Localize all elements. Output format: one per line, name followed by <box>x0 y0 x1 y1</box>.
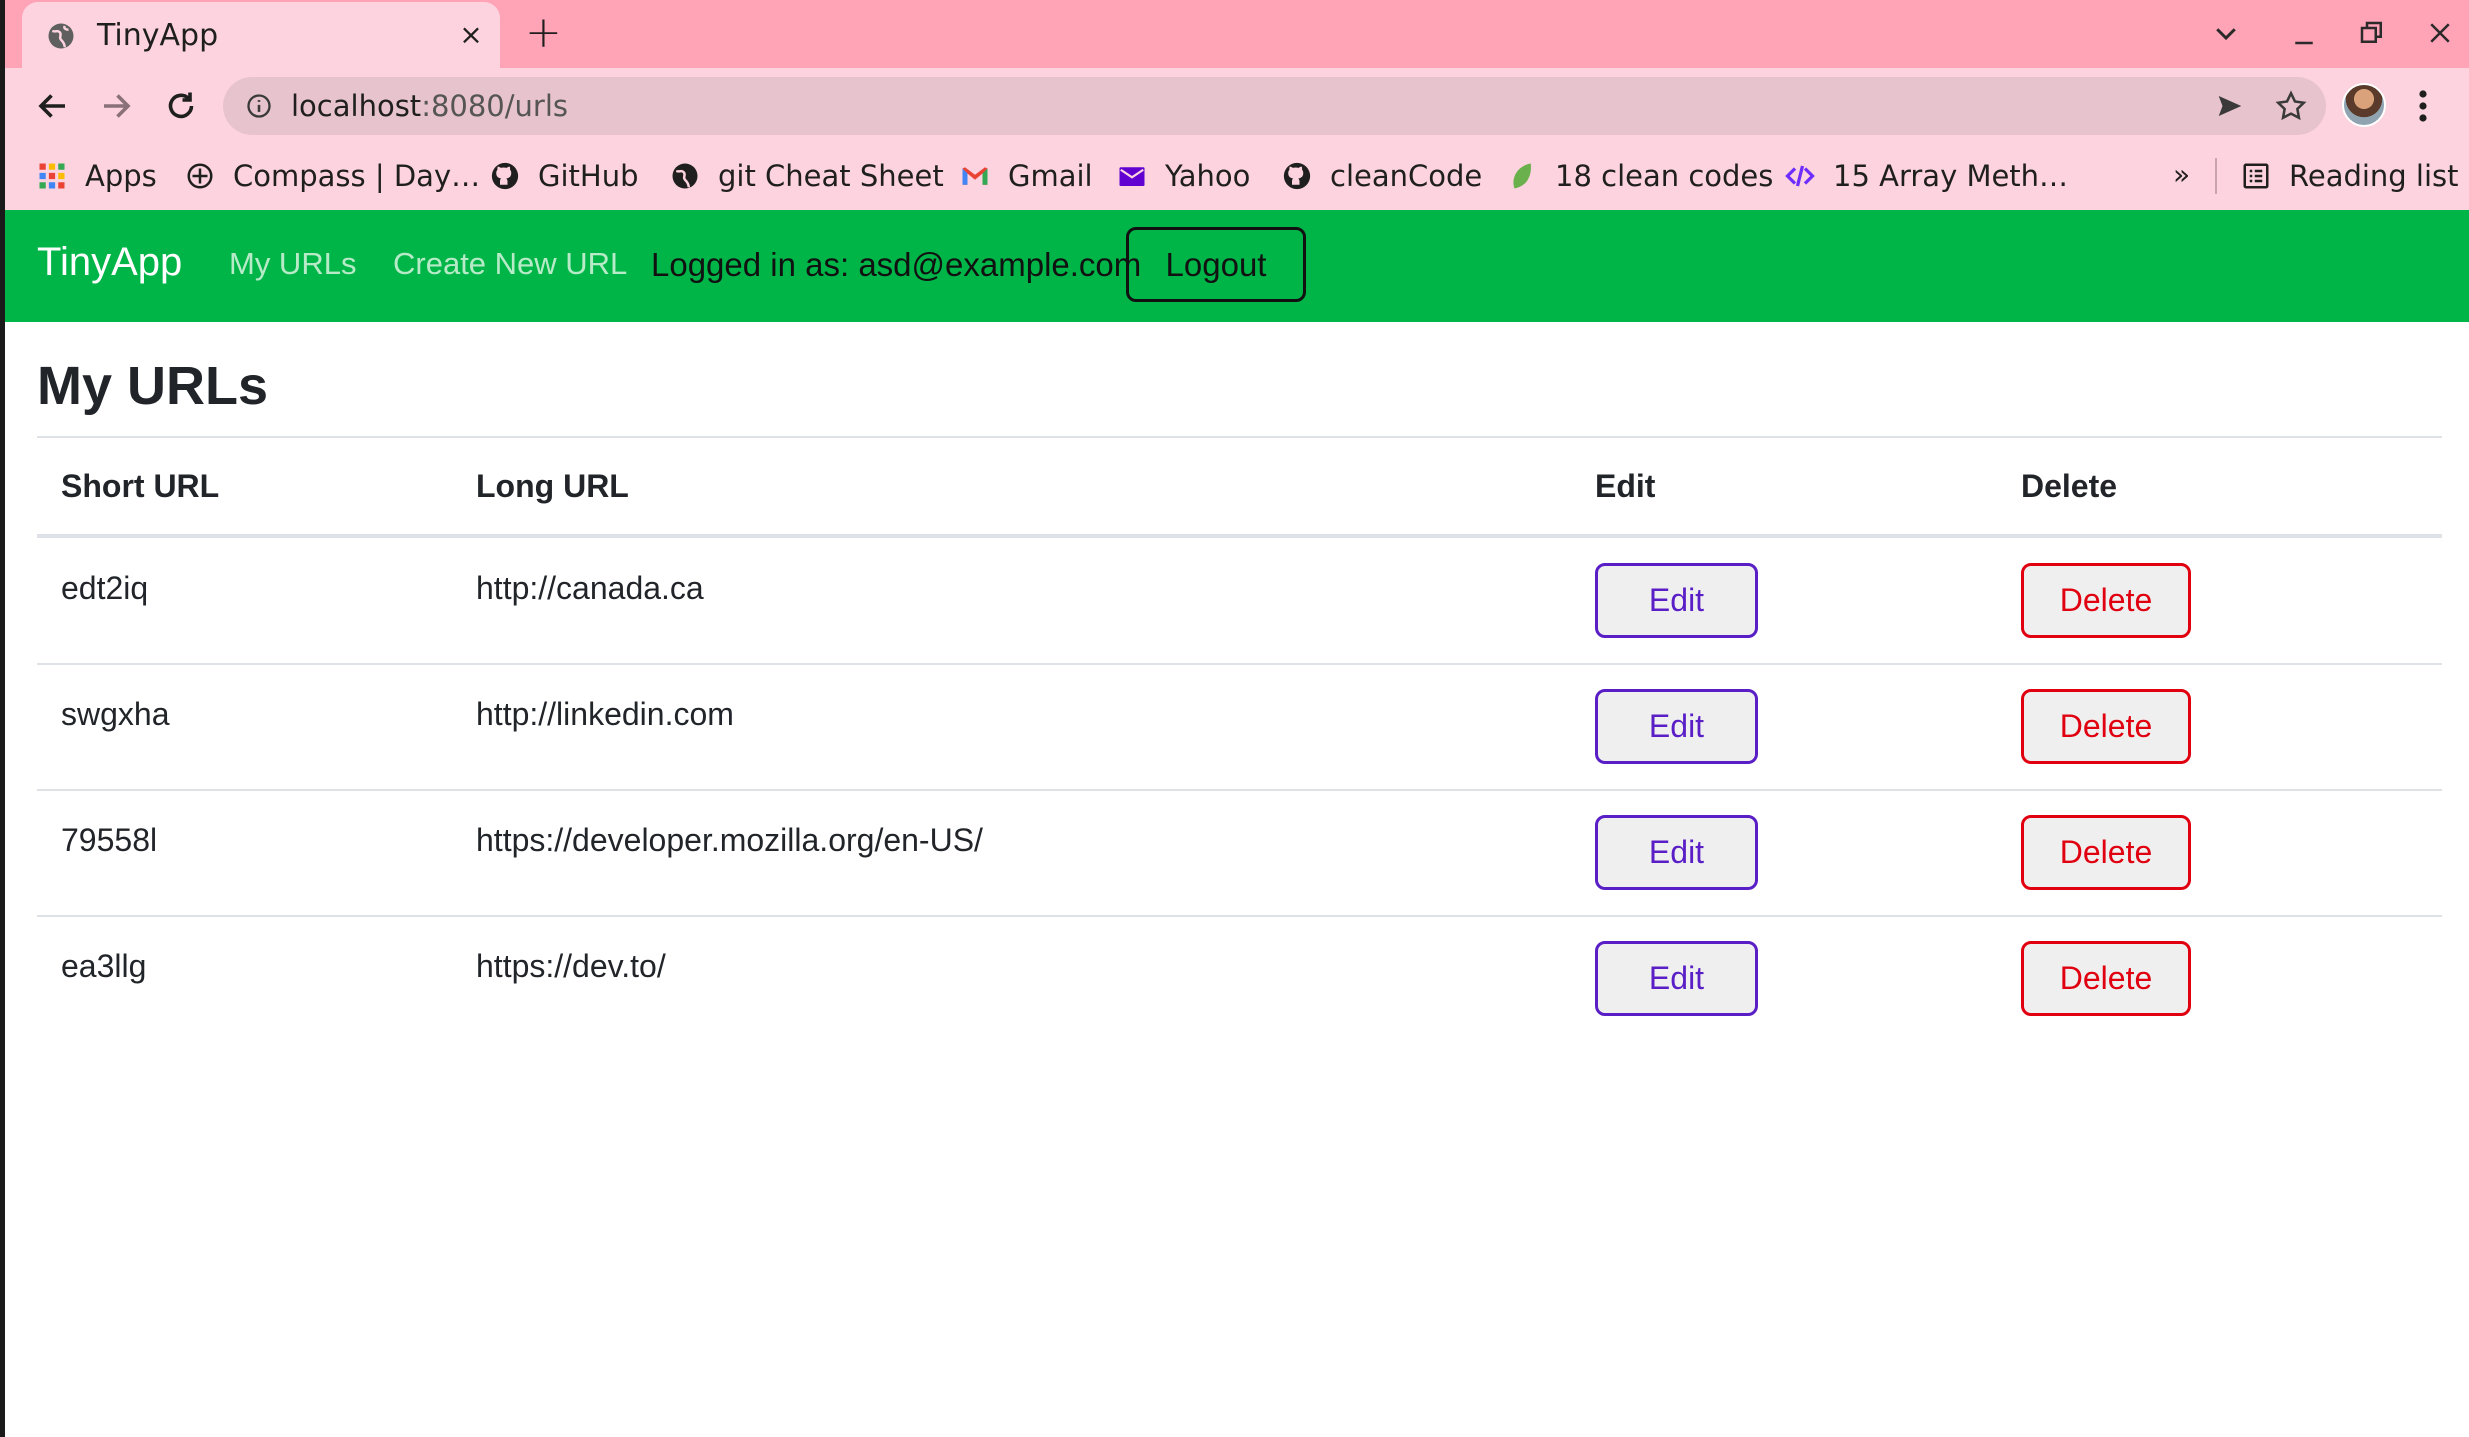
edit-button[interactable]: Edit <box>1595 563 1758 638</box>
app-navbar: TinyApp My URLs Create New URL Logged in… <box>5 210 2469 322</box>
bookmark-label: Apps <box>85 159 157 193</box>
short-url-cell: 79558l <box>61 822 158 858</box>
short-url-cell: ea3llg <box>61 948 147 984</box>
bookmark-yahoo[interactable]: Yahoo <box>1117 156 1250 196</box>
yahoo-mail-icon <box>1119 167 1145 186</box>
bookmark-label: Yahoo <box>1165 159 1251 193</box>
reading-list-icon <box>2243 163 2269 189</box>
back-arrow-icon[interactable] <box>35 88 71 124</box>
leaf-icon <box>1513 163 1531 189</box>
page-title: My URLs <box>37 356 269 416</box>
bookmark-gmail[interactable]: Gmail <box>960 156 1093 196</box>
bookmark-label: git Cheat Sheet <box>718 159 944 193</box>
github-icon <box>1283 162 1311 190</box>
bookmark-github[interactable]: GitHub <box>490 156 639 196</box>
delete-button[interactable]: Delete <box>2021 815 2191 890</box>
title-divider <box>37 436 2442 438</box>
url-path: :8080/urls <box>421 89 568 123</box>
github-icon <box>491 162 519 190</box>
header-divider <box>37 534 2442 538</box>
tab-title: TinyApp <box>97 18 219 53</box>
bookmarks-overflow-button[interactable]: » <box>2173 158 2190 191</box>
logout-button[interactable]: Logout <box>1126 227 1306 302</box>
forward-arrow-icon[interactable] <box>98 88 134 124</box>
code-icon <box>1785 165 1815 187</box>
globe-icon <box>672 163 698 189</box>
tab-search-chevron-icon[interactable] <box>2211 14 2241 52</box>
short-url-cell: edt2iq <box>61 570 149 606</box>
site-info-icon[interactable] <box>245 92 273 120</box>
long-url-cell: http://linkedin.com <box>476 696 734 732</box>
delete-button[interactable]: Delete <box>2021 941 2191 1016</box>
bookmark-15-array-methods[interactable]: 15 Array Meth… <box>1785 156 2068 196</box>
bookmark-label: GitHub <box>538 159 639 193</box>
long-url-cell: https://dev.to/ <box>476 948 666 984</box>
bookmark-star-icon[interactable] <box>2274 89 2308 123</box>
window-close-icon[interactable] <box>2425 14 2455 52</box>
browser-toolbar: localhost:8080/urls <box>5 68 2469 144</box>
profile-avatar[interactable] <box>2342 83 2386 127</box>
gmail-icon <box>962 167 988 185</box>
nav-create-new-url[interactable]: Create New URL <box>393 246 627 282</box>
reading-list-label: Reading list <box>2289 159 2459 193</box>
bookmark-git-cheat-sheet[interactable]: git Cheat Sheet <box>670 156 944 196</box>
bookmark-label: 15 Array Meth… <box>1833 159 2069 193</box>
header-edit: Edit <box>1595 468 1656 504</box>
bookmark-compass[interactable]: Compass | Day… <box>185 156 480 196</box>
header-long-url: Long URL <box>476 468 629 504</box>
delete-button[interactable]: Delete <box>2021 689 2191 764</box>
header-delete: Delete <box>2021 468 2118 504</box>
bookmark-label: Compass | Day… <box>233 159 481 193</box>
bookmark-18-clean-codes[interactable]: 18 clean codes <box>1507 156 1773 196</box>
tab-close-icon[interactable]: × <box>456 20 486 50</box>
url-host: localhost <box>291 89 422 123</box>
bookmark-cleancode[interactable]: cleanCode <box>1282 156 1482 196</box>
long-url-cell: http://canada.ca <box>476 570 704 606</box>
edit-button[interactable]: Edit <box>1595 941 1758 1016</box>
brand-link[interactable]: TinyApp <box>37 240 182 285</box>
tab-strip: TinyApp × + <box>5 0 2469 68</box>
globe-icon <box>48 23 74 49</box>
row-divider <box>37 789 2442 791</box>
bookmark-label: cleanCode <box>1330 159 1483 193</box>
row-divider <box>37 915 2442 917</box>
bookmarks-divider <box>2215 158 2217 194</box>
bookmarks-bar: Apps Compass | Day… GitHub git Cheat She… <box>5 144 2469 210</box>
long-url-cell: https://developer.mozilla.org/en-US/ <box>476 822 983 858</box>
reload-icon[interactable] <box>163 88 199 124</box>
address-bar[interactable]: localhost:8080/urls <box>223 77 2326 135</box>
delete-button[interactable]: Delete <box>2021 563 2191 638</box>
row-divider <box>37 663 2442 665</box>
bookmark-label: Gmail <box>1008 159 1093 193</box>
menu-kebab-icon[interactable] <box>2418 88 2428 124</box>
edit-button[interactable]: Edit <box>1595 689 1758 764</box>
new-tab-button[interactable]: + <box>525 11 562 55</box>
bookmark-label: 18 clean codes <box>1555 159 1774 193</box>
apps-grid-icon <box>39 163 65 189</box>
edit-button[interactable]: Edit <box>1595 815 1758 890</box>
reading-list-button[interactable]: Reading list <box>2241 156 2459 196</box>
logged-in-text: Logged in as: asd@example.com <box>651 246 1142 283</box>
restore-icon[interactable] <box>2357 14 2387 52</box>
bookmark-apps[interactable]: Apps <box>37 156 157 196</box>
tab-tinyapp[interactable]: TinyApp × <box>22 2 500 68</box>
send-tab-icon[interactable] <box>2214 91 2246 121</box>
minimize-icon[interactable] <box>2289 14 2319 52</box>
header-short-url: Short URL <box>61 468 220 504</box>
browser-window: TinyApp × + localhost:8080/urls Apps Com… <box>5 0 2469 1437</box>
short-url-cell: swgxha <box>61 696 170 732</box>
address-url[interactable]: localhost:8080/urls <box>291 89 568 123</box>
nav-my-urls[interactable]: My URLs <box>229 246 356 282</box>
compass-icon <box>187 163 213 189</box>
